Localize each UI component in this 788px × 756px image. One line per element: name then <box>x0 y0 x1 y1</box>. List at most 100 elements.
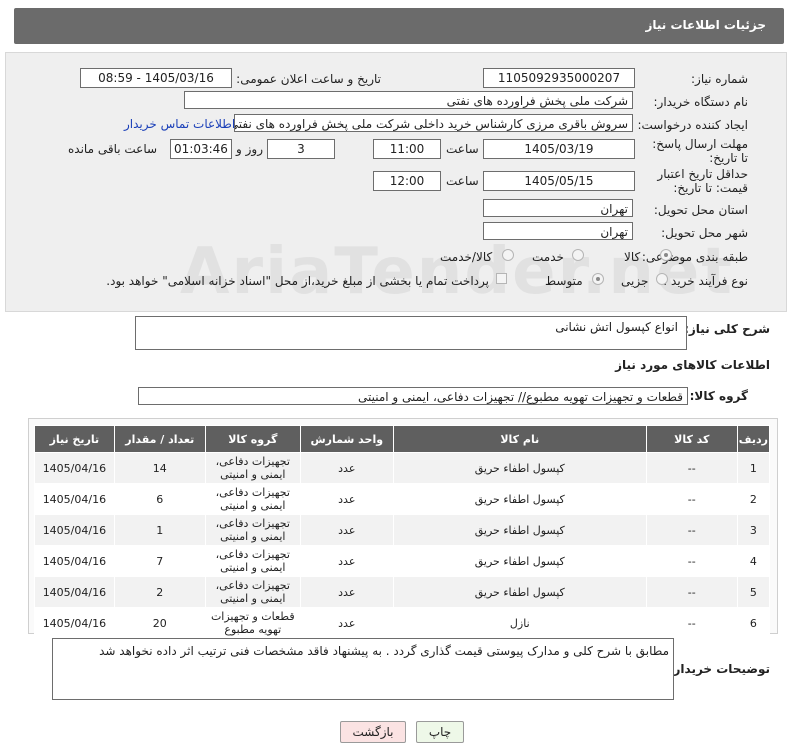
table-row: 2 -- کپسول اطفاء حریق عدد تجهیزات دفاعی،… <box>34 483 771 515</box>
deadline-time-label: ساعت <box>446 142 479 156</box>
print-button[interactable]: چاپ <box>416 721 464 743</box>
buyer-notes-text: مطابق با شرح کلی و مدارک پیوستی قیمت گذا… <box>99 644 669 658</box>
table-row: 1 -- کپسول اطفاء حریق عدد تجهیزات دفاعی،… <box>34 452 771 484</box>
table-row: 3 -- کپسول اطفاء حریق عدد تجهیزات دفاعی،… <box>34 514 771 546</box>
city-label: شهر محل تحویل: <box>661 226 748 240</box>
cell-row: 1 <box>736 452 771 484</box>
watermark: AriaTender.net <box>180 235 734 309</box>
cell-group: تجهیزات دفاعی، ایمنی و امنیتی <box>204 483 301 515</box>
province-field: تهران <box>483 199 633 217</box>
cell-code: -- <box>645 452 738 484</box>
cell-date: 1405/04/16 <box>34 483 115 515</box>
cell-group: تجهیزات دفاعی، ایمنی و امنیتی <box>204 514 301 546</box>
cell-unit: عدد <box>299 452 394 484</box>
col-header-unit: واحد شمارش <box>299 425 394 453</box>
treasury-checkbox[interactable] <box>496 273 507 284</box>
cell-code: -- <box>645 514 738 546</box>
cell-row: 5 <box>736 576 771 608</box>
cell-name: کپسول اطفاء حریق <box>392 576 647 608</box>
validity-label: حداقل تاریخ اعتبار قیمت: تا تاریخ: <box>657 167 748 195</box>
category-label: طبقه بندی موضوعی: <box>641 250 748 264</box>
cell-code: -- <box>645 545 738 577</box>
category-option-service: خدمت <box>532 250 564 264</box>
page-title: جزئیات اطلاعات نیاز <box>645 18 766 32</box>
cell-code: -- <box>645 607 738 639</box>
cell-unit: عدد <box>299 545 394 577</box>
payment-note: پرداخت تمام یا بخشی از مبلغ خرید،از محل … <box>106 274 489 288</box>
purchase-radio-minor[interactable] <box>656 273 668 285</box>
need-number-label: شماره نیاز: <box>691 72 748 86</box>
col-header-qty: تعداد / مقدار <box>113 425 206 453</box>
cell-group: قطعات و تجهیزات تهویه مطبوع <box>204 607 301 639</box>
cell-date: 1405/04/16 <box>34 452 115 484</box>
purchase-option-minor: جزیی <box>621 274 649 288</box>
col-header-row: ردیف <box>736 425 771 453</box>
goods-group-label: گروه کالا: <box>689 389 748 403</box>
table-header-row: ردیف کد کالا نام کالا واحد شمارش گروه کا… <box>34 425 771 453</box>
cell-unit: عدد <box>299 483 394 515</box>
cell-qty: 7 <box>113 545 206 577</box>
buyer-notes-textarea: مطابق با شرح کلی و مدارک پیوستی قیمت گذا… <box>52 638 674 700</box>
cell-unit: عدد <box>299 514 394 546</box>
contact-info-link[interactable]: اطلاعات تماس خریدار <box>124 117 235 131</box>
table-row: 6 -- نازل عدد قطعات و تجهیزات تهویه مطبو… <box>34 607 771 639</box>
back-button[interactable]: بازگشت <box>340 721 406 743</box>
validity-date-field: 1405/05/15 <box>483 171 635 191</box>
col-header-code: کد کالا <box>645 425 738 453</box>
creator-label: ایجاد کننده درخواست: <box>637 118 748 132</box>
cell-group: تجهیزات دفاعی، ایمنی و امنیتی <box>204 576 301 608</box>
deadline-label: مهلت ارسال پاسخ: تا تاریخ: <box>652 137 748 165</box>
remaining-label: ساعت باقی مانده <box>68 142 158 156</box>
category-radio-service[interactable] <box>572 249 584 261</box>
items-table-body: 1 -- کپسول اطفاء حریق عدد تجهیزات دفاعی،… <box>34 452 771 639</box>
cell-group: تجهیزات دفاعی، ایمنی و امنیتی <box>204 452 301 484</box>
cell-row: 6 <box>736 607 771 639</box>
items-table: ردیف کد کالا نام کالا واحد شمارش گروه کا… <box>34 425 771 639</box>
buyer-label: نام دستگاه خریدار: <box>653 95 749 109</box>
cell-qty: 6 <box>113 483 206 515</box>
province-label: استان محل تحویل: <box>653 203 748 217</box>
cell-qty: 1 <box>113 514 206 546</box>
summary-textarea: انواع کپسول اتش نشانی <box>135 316 687 350</box>
category-option-both: کالا/خدمت <box>440 250 493 264</box>
city-field: تهران <box>483 222 633 240</box>
cell-name: کپسول اطفاء حریق <box>392 514 647 546</box>
cell-code: -- <box>645 576 738 608</box>
cell-date: 1405/04/16 <box>34 514 115 546</box>
validity-time-label: ساعت <box>446 174 479 188</box>
buyer-notes-label: توضیحات خریدار: <box>668 662 770 676</box>
table-row: 4 -- کپسول اطفاء حریق عدد تجهیزات دفاعی،… <box>34 545 771 577</box>
cell-unit: عدد <box>299 607 394 639</box>
cell-date: 1405/04/16 <box>34 607 115 639</box>
purchase-type-label: نوع فرآیند خرید : <box>663 274 748 288</box>
deadline-date-field: 1405/03/19 <box>483 139 635 159</box>
category-radio-goods[interactable] <box>660 249 672 261</box>
need-number-field: 1105092935000207 <box>483 68 635 88</box>
cell-name: کپسول اطفاء حریق <box>392 452 647 484</box>
deadline-time-field: 11:00 <box>373 139 441 159</box>
creator-field: سروش باقری مرزی کارشناس خرید داخلی شرکت … <box>234 114 633 132</box>
summary-text: انواع کپسول اتش نشانی <box>555 320 678 334</box>
cell-qty: 20 <box>113 607 206 639</box>
cell-row: 2 <box>736 483 771 515</box>
validity-time-field: 12:00 <box>373 171 441 191</box>
cell-code: -- <box>645 483 738 515</box>
buyer-field: شرکت ملی پخش فراورده های نفتی <box>184 91 633 109</box>
table-row: 5 -- کپسول اطفاء حریق عدد تجهیزات دفاعی،… <box>34 576 771 608</box>
goods-section-title: اطلاعات کالاهای مورد نیاز <box>615 358 770 372</box>
announce-label: تاریخ و ساعت اعلان عمومی: <box>236 72 381 86</box>
col-header-date: تاریخ نیاز <box>34 425 115 453</box>
summary-label: شرح کلی نیاز: <box>684 322 770 336</box>
cell-row: 3 <box>736 514 771 546</box>
cell-qty: 14 <box>113 452 206 484</box>
col-header-name: نام کالا <box>392 425 647 453</box>
cell-date: 1405/04/16 <box>34 545 115 577</box>
remaining-time-field: 01:03:46 <box>170 139 232 159</box>
announce-field: 1405/03/16 - 08:59 <box>80 68 232 88</box>
cell-qty: 2 <box>113 576 206 608</box>
days-label: روز و <box>236 142 263 156</box>
category-radio-both[interactable] <box>502 249 514 261</box>
purchase-radio-medium[interactable] <box>592 273 604 285</box>
cell-unit: عدد <box>299 576 394 608</box>
cell-row: 4 <box>736 545 771 577</box>
